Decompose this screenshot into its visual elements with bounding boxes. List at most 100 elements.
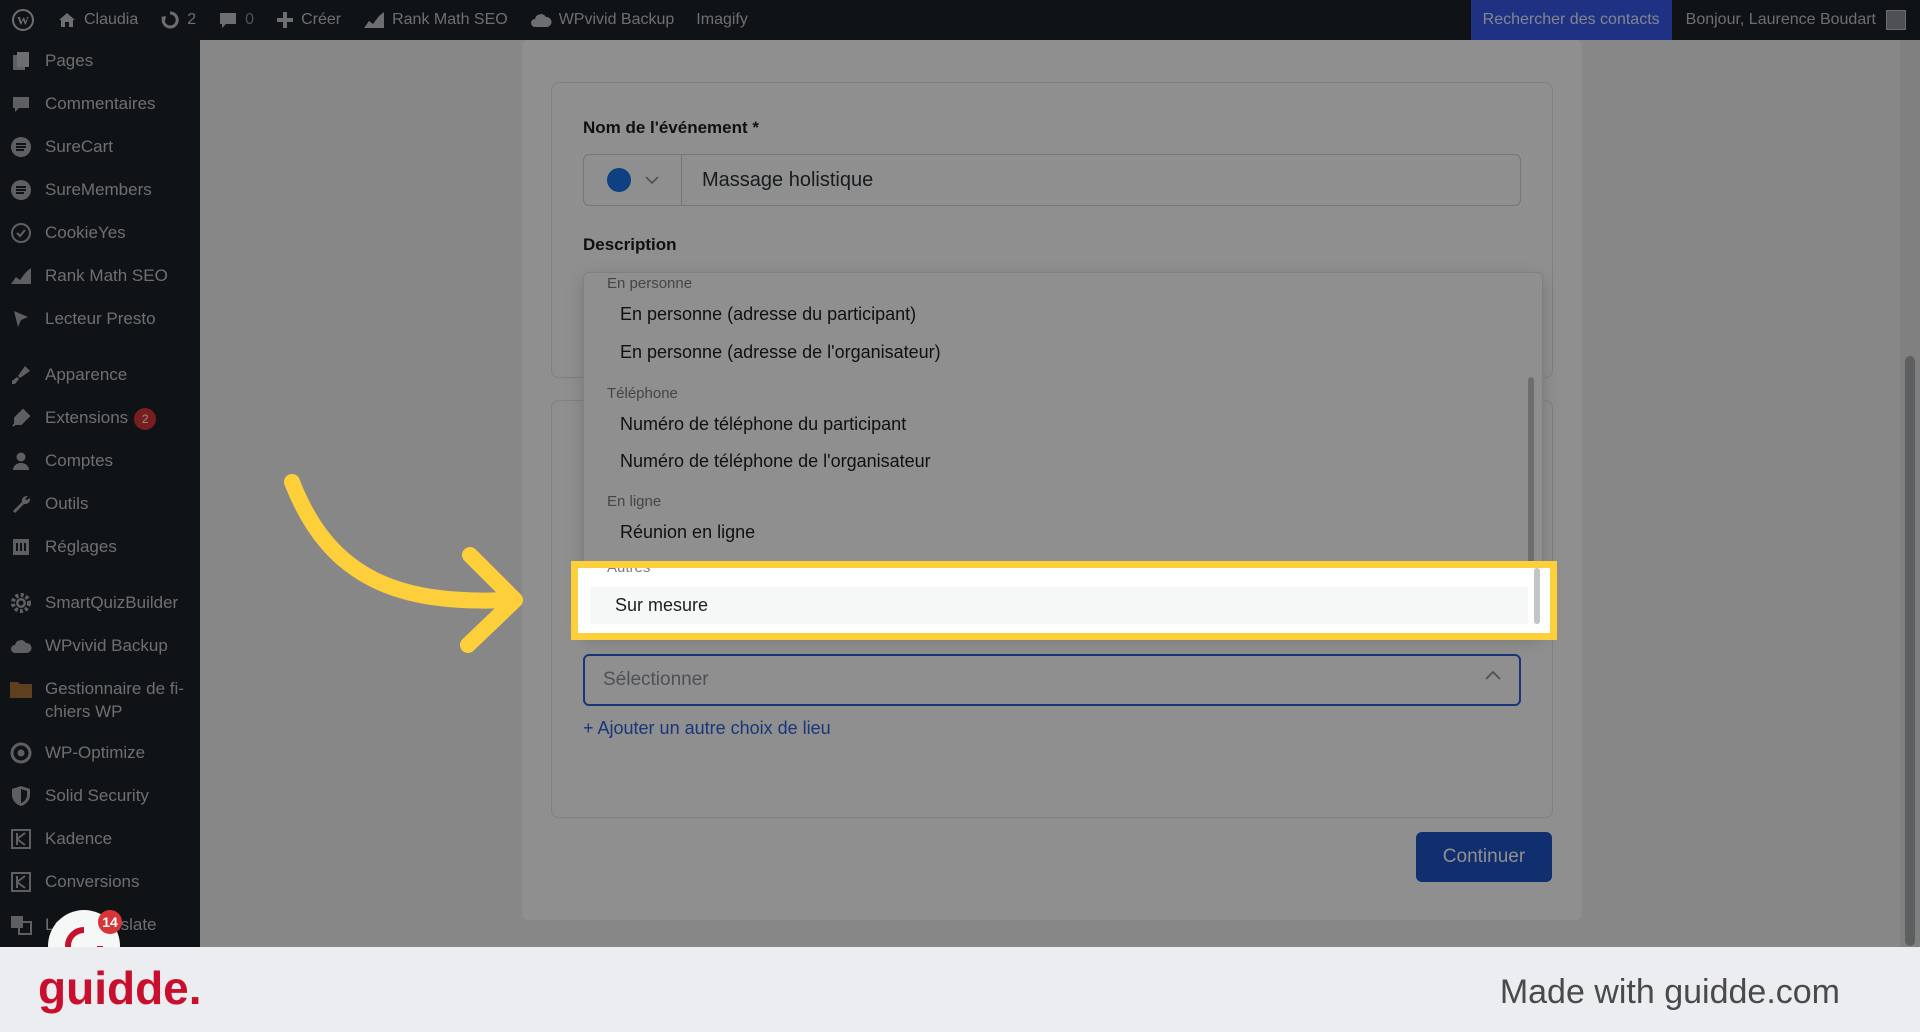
folder-icon: [9, 677, 33, 701]
settings-icon: [9, 535, 33, 559]
option-phone-organizer[interactable]: Numéro de téléphone de l'organisateur: [594, 443, 1514, 480]
sidebar-item-presto[interactable]: Lecteur Presto: [0, 307, 200, 331]
add-location-link[interactable]: + Ajouter un autre choix de lieu: [583, 718, 831, 739]
sidebar-item-plugins[interactable]: Extensions 2: [0, 406, 200, 430]
page-scrollbar-thumb[interactable]: [1905, 356, 1915, 946]
option-in-person-participant[interactable]: En personne (adresse du participant): [594, 296, 1514, 333]
group-label-phone: Téléphone: [607, 385, 678, 402]
sidebar-item-settings[interactable]: Réglages: [0, 535, 200, 559]
create-new-link[interactable]: Créer: [265, 0, 352, 40]
account-menu[interactable]: Bonjour, Laurence Boudart: [1672, 0, 1920, 40]
sidebar-item-cookieyes[interactable]: CookieYes: [0, 221, 200, 245]
comments-count: 0: [245, 11, 255, 28]
rankmath-icon: [364, 12, 385, 28]
create-label: Créer: [301, 11, 342, 28]
event-color-swatch: [606, 168, 631, 192]
event-name-value[interactable]: Massage holistique: [682, 155, 873, 205]
sidebar-item-conversions[interactable]: Conversions: [0, 870, 200, 894]
sidebar-item-comments[interactable]: Commentaires: [0, 92, 200, 116]
sidebar-item-smartquizbuilder[interactable]: SmartQuizBuilder: [0, 591, 200, 615]
group-label-in-person: En personne: [607, 275, 693, 292]
footer-bar: guidde. Made with guidde.com: [0, 947, 1920, 1032]
sidebar-item-solid-security[interactable]: Solid Security: [0, 784, 200, 808]
event-name-field[interactable]: Massage holistique: [583, 154, 1521, 206]
sidebar-item-rankmath[interactable]: Rank Math SEO: [0, 264, 200, 288]
suremembers-icon: [9, 178, 33, 202]
made-with-text: Made with guidde.com: [1499, 973, 1840, 1011]
surecart-icon: [9, 135, 33, 159]
imagify-label: Imagify: [696, 11, 748, 28]
rankmath-label: Rank Math SEO: [392, 11, 508, 28]
rankmath-link[interactable]: Rank Math SEO: [352, 0, 519, 40]
location-select-placeholder: Sélectionner: [603, 669, 709, 690]
guidde-logo: guidde.: [38, 962, 202, 1014]
plus-icon: [277, 12, 294, 28]
wpvivid-label: WPvivid Backup: [558, 11, 675, 28]
wordpress-logo-icon: W: [12, 9, 34, 31]
sidebar-item-suremembers[interactable]: SureMembers: [0, 178, 200, 202]
admin-sidebar: Pages Commentaires SureCart SureMembers …: [0, 40, 200, 947]
presto-icon: [9, 307, 33, 331]
home-icon: [59, 13, 75, 27]
page-scrollbar[interactable]: [1900, 40, 1920, 947]
search-contacts-label: Rechercher des contacts: [1482, 11, 1660, 28]
updates-link[interactable]: 2: [149, 0, 207, 40]
imagify-link[interactable]: Imagify: [685, 0, 759, 40]
chevron-up-icon: [1485, 670, 1501, 680]
comment-bubble-icon: [220, 13, 237, 28]
event-name-label: Nom de l'événement *: [583, 118, 759, 137]
sidebar-item-file-manager[interactable]: Gestionnaire de fi-chiers WP: [0, 677, 200, 723]
dropdown-scrollbar[interactable]: [1528, 377, 1534, 577]
tools-icon: [9, 492, 33, 516]
user-avatar: [1886, 10, 1906, 30]
option-in-person-organizer[interactable]: En personne (adresse de l'organisateur): [594, 334, 1514, 371]
wpvivid-link[interactable]: WPvivid Backup: [519, 0, 686, 40]
description-label: Description: [583, 235, 677, 254]
comments-icon: [9, 92, 33, 116]
pointer-arrow-icon: [284, 474, 523, 653]
admin-bar: W Claudia 2 0 Créer Rank Math SEO WPvivi…: [0, 0, 1920, 40]
gear-icon: [9, 591, 33, 615]
location-select[interactable]: Sélectionner: [583, 654, 1521, 706]
option-phone-participant[interactable]: Numéro de téléphone du participant: [594, 406, 1514, 443]
rankmath-icon: [9, 264, 33, 288]
appearance-icon: [9, 363, 33, 387]
plugins-update-badge: 2: [134, 407, 157, 430]
kadence-icon: [9, 827, 33, 851]
cloud-icon: [9, 634, 33, 658]
sidebar-item-wpvivid[interactable]: WPvivid Backup: [0, 634, 200, 658]
highlight-frame: Autres Sur mesure: [571, 561, 1557, 640]
site-name-link[interactable]: Claudia: [46, 0, 149, 40]
dropdown-scrollbar-thumb: [1534, 568, 1540, 624]
option-online-meeting[interactable]: Réunion en ligne: [594, 514, 1514, 551]
sidebar-item-wp-optimize[interactable]: WP-Optimize: [0, 741, 200, 765]
site-name: Claudia: [84, 11, 139, 28]
option-custom[interactable]: Sur mesure: [590, 587, 1528, 624]
notification-count: 14: [98, 910, 122, 934]
continue-button[interactable]: Continuer: [1416, 832, 1552, 882]
sidebar-item-users[interactable]: Comptes: [0, 449, 200, 473]
sidebar-item-pages[interactable]: Pages: [0, 49, 200, 73]
greeting-text: Bonjour, Laurence Boudart: [1685, 11, 1876, 28]
plugins-icon: [9, 406, 33, 430]
translate-icon: [9, 913, 33, 937]
pages-icon: [9, 49, 33, 73]
sidebar-item-tools[interactable]: Outils: [0, 492, 200, 516]
users-icon: [9, 449, 33, 473]
cookieyes-icon: [9, 221, 33, 245]
group-label-online: En ligne: [607, 493, 662, 510]
event-color-picker[interactable]: [584, 155, 682, 205]
shield-icon: [9, 784, 33, 808]
svg-text:W: W: [17, 14, 29, 28]
sidebar-item-kadence[interactable]: Kadence: [0, 827, 200, 851]
cloud-icon: [530, 14, 552, 27]
search-contacts-button[interactable]: Rechercher des contacts: [1470, 0, 1672, 40]
wordpress-logo-button[interactable]: W: [0, 0, 46, 40]
sidebar-item-appearance[interactable]: Apparence: [0, 363, 200, 387]
sidebar-item-surecart[interactable]: SureCart: [0, 135, 200, 159]
updates-icon: [161, 11, 179, 29]
optimize-icon: [9, 741, 33, 765]
comments-link[interactable]: 0: [207, 0, 265, 40]
conversions-icon: [9, 870, 33, 894]
updates-count: 2: [187, 11, 197, 28]
